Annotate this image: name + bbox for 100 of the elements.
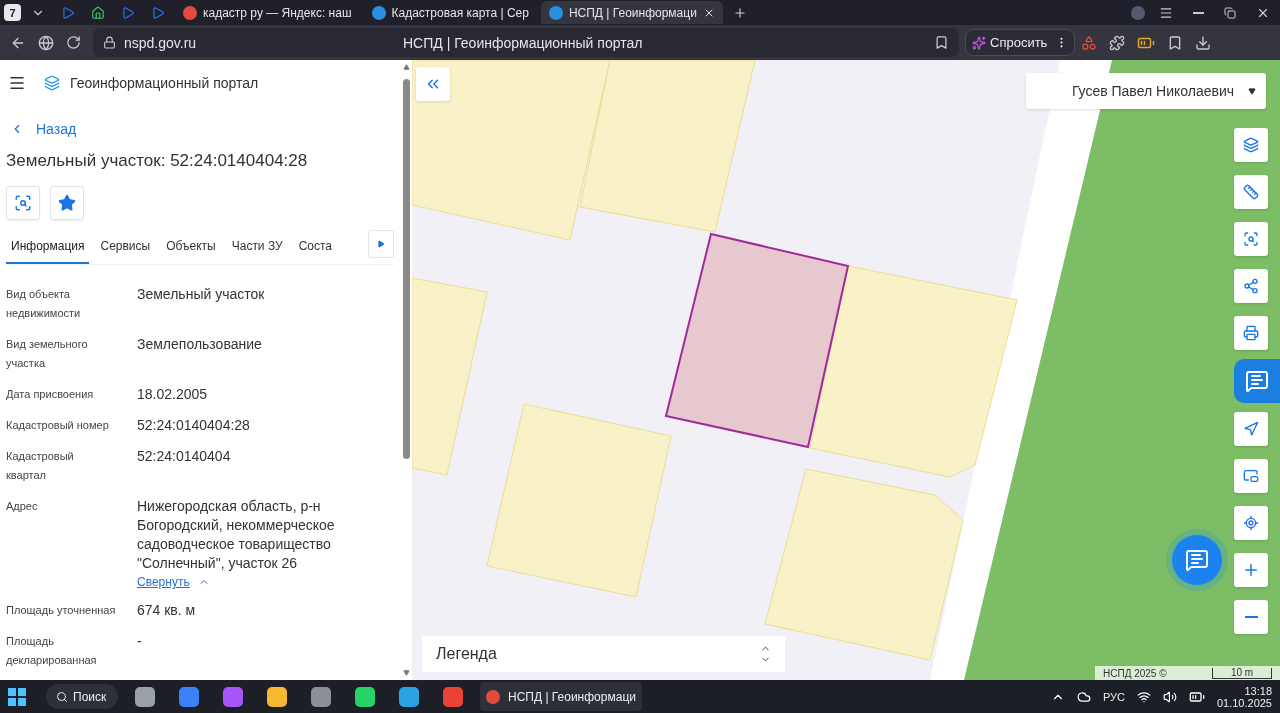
field-value: Нижегородская область, р-н Богородский, некоммерческое садоводческое товарищество "Солнечный", участок 26	[137, 497, 336, 573]
extension-button[interactable]	[1081, 34, 1097, 51]
parcel-heading: Земельный участок: 52:24:0140404:28	[6, 151, 309, 171]
field-value: Земельный участок	[137, 285, 266, 304]
collapse-panel-button[interactable]	[416, 67, 450, 101]
browser-tab[interactable]: кадастр ру — Яндекс: наш	[175, 1, 360, 24]
tab-count[interactable]: 7	[4, 4, 21, 21]
attribution-text: НСПД 2025 ©	[1103, 667, 1167, 679]
taskbar-app-icon[interactable]	[399, 686, 419, 707]
layers-icon	[1243, 137, 1259, 153]
minimize-button[interactable]	[1193, 11, 1204, 14]
location-button[interactable]	[1234, 412, 1268, 446]
field-label: Дата присвоения	[6, 387, 95, 402]
select-area-button[interactable]	[1234, 222, 1268, 256]
field-value: 18.02.2005	[137, 385, 209, 404]
measure-button[interactable]	[1234, 175, 1268, 209]
field-value: -	[137, 632, 143, 651]
scrollbar-thumb[interactable]	[402, 79, 410, 459]
menu-icon	[1159, 5, 1173, 20]
taskbar-app-icon[interactable]	[355, 686, 375, 707]
portal-title: Геоинформационный портал	[70, 75, 259, 91]
menu-button[interactable]	[8, 74, 26, 92]
site-icon	[548, 5, 563, 20]
address-bar[interactable]: nspd.gov.ru НСПД | Геоинформационный портал	[93, 28, 959, 57]
page-title: НСПД | Геоинформационный портал	[403, 34, 643, 51]
plus-icon	[732, 5, 747, 20]
info-tab[interactable]: Соста	[293, 230, 338, 264]
select-on-map-button[interactable]	[6, 186, 40, 220]
star-icon	[58, 194, 76, 212]
share-button[interactable]	[1234, 269, 1268, 303]
minus-icon	[1244, 616, 1258, 618]
field-label: Адрес	[6, 499, 39, 514]
ask-button[interactable]: Спросить	[965, 29, 1075, 56]
collapse-link[interactable]: Свернуть	[137, 575, 210, 589]
info-tab[interactable]: Сервисы	[95, 230, 156, 264]
print-button[interactable]	[1234, 316, 1268, 350]
taskbar-search[interactable]: Поиск	[46, 684, 118, 709]
plus-icon	[1242, 561, 1260, 579]
reload-icon	[66, 35, 81, 50]
scan-search-icon	[14, 194, 32, 212]
house-icon	[91, 5, 105, 20]
field-value: 52:24:0140404	[137, 447, 232, 466]
caret-right-icon	[377, 240, 385, 248]
next-tab-button[interactable]	[368, 230, 394, 258]
taskbar-app-icon[interactable]	[223, 686, 243, 707]
feedback-tab[interactable]	[1234, 359, 1280, 403]
info-tab[interactable]: Информация	[6, 230, 90, 264]
scan-search-icon	[1243, 231, 1259, 247]
field-value: 52:24:0140404:28	[137, 416, 251, 435]
downloads-button[interactable]	[1195, 34, 1211, 51]
taskbar-window[interactable]: НСПД | Геоинформаци	[480, 682, 642, 711]
info-tab[interactable]: Объекты	[161, 230, 221, 264]
url-text: nspd.gov.ru	[124, 34, 197, 51]
chat-icon	[1245, 369, 1269, 393]
language-indicator[interactable]: РУС	[1102, 690, 1125, 703]
restore-icon	[1224, 6, 1236, 19]
cloud-icon	[1076, 689, 1091, 704]
zoom-in-button[interactable]	[1234, 553, 1268, 587]
scroll-down-icon	[402, 669, 410, 676]
taskbar-app-icon[interactable]	[443, 686, 463, 707]
legend-button[interactable]: Легенда	[422, 636, 785, 672]
scale-bar: 10 m	[1212, 667, 1272, 679]
taskbar-app-icon[interactable]	[135, 686, 155, 707]
search-icon	[56, 690, 68, 703]
reload-button[interactable]	[66, 35, 81, 50]
new-tab-button[interactable]	[732, 5, 747, 20]
puzzle-icon	[1109, 34, 1125, 51]
chat-icon	[1185, 548, 1209, 572]
bookmark-icon	[934, 35, 949, 50]
logo-icon	[44, 75, 60, 91]
site-icon	[183, 5, 197, 20]
pinned-tab[interactable]	[91, 5, 105, 20]
home-button[interactable]	[38, 34, 54, 51]
navigation-arrow-icon	[1243, 421, 1259, 437]
taskbar-app-icon[interactable]	[311, 686, 331, 707]
menu-button[interactable]	[1159, 5, 1173, 20]
layers-button[interactable]	[1234, 128, 1268, 162]
favorite-button[interactable]	[50, 186, 84, 220]
browser-tab[interactable]: НСПД | Геоинформаци	[540, 1, 723, 24]
clock-date: 01.10.2025	[1216, 696, 1272, 709]
printer-icon	[1243, 325, 1259, 341]
zoom-out-button[interactable]	[1234, 600, 1268, 634]
browser-icon	[486, 689, 500, 704]
taskbar-app-icon[interactable]	[267, 686, 287, 707]
minimap-button[interactable]	[1234, 459, 1268, 493]
search-point-button[interactable]	[1234, 506, 1268, 540]
profile-avatar[interactable]	[1131, 5, 1145, 20]
share-icon	[1243, 278, 1259, 294]
locate-icon	[1243, 515, 1259, 531]
info-tab[interactable]: Части ЗУ	[226, 230, 288, 264]
user-menu[interactable]: Гусев Павел Николаевич	[1026, 73, 1266, 109]
sparkle-icon	[972, 35, 986, 50]
back-link[interactable]: Назад	[6, 121, 394, 137]
taskbar-app-icon[interactable]	[179, 686, 199, 707]
restore-button[interactable]	[1224, 6, 1236, 19]
field-label: Площадь декларированная	[6, 634, 98, 668]
start-button[interactable]	[8, 687, 26, 706]
picture-in-picture-icon	[1243, 468, 1259, 484]
extensions-button[interactable]	[1109, 34, 1125, 51]
browser-tab[interactable]: Кадастровая карта | Сер	[363, 1, 537, 24]
